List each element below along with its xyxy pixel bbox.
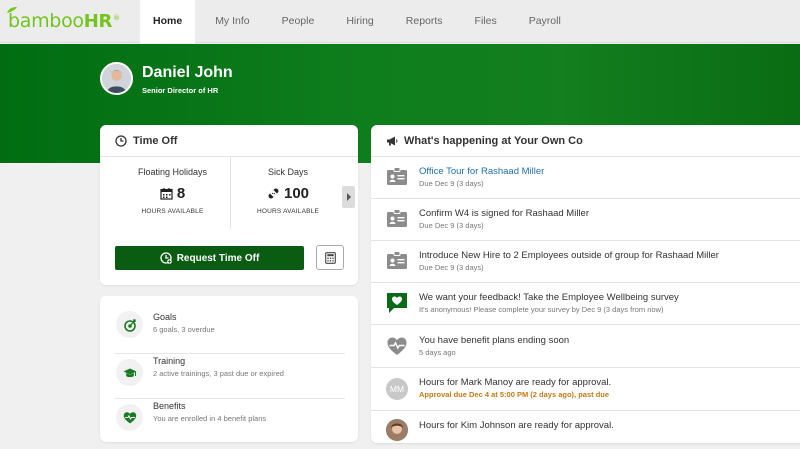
feed-item-title: Confirm W4 is signed for Rashaad Miller [419,208,590,219]
bamboohr-logo[interactable]: bambooHR® [7,7,120,32]
avatar: MM [386,378,408,400]
avatar[interactable] [100,62,133,95]
nav-item-files[interactable]: Files [463,0,509,43]
nav-item-payroll[interactable]: Payroll [517,0,573,43]
clock-icon [115,134,127,147]
feed-item-subtitle: It's anonymous! Please complete your sur… [419,305,664,314]
goals-training-benefits-card: Goals 6 goals, 3 overdue Training 2 acti… [100,296,358,442]
benefits-title: Benefits [153,401,186,411]
feed-item[interactable]: Confirm W4 is signed for Rashaad Miller … [371,199,800,241]
feed-item[interactable]: MM Hours for Mark Manoy are ready for ap… [371,368,800,411]
time-off-card: Time Off Floating Holidays 8 HOURS AVAIL… [100,125,358,285]
heart-pulse-icon [116,404,143,431]
balance-unit: HOURS AVAILABLE [256,208,319,215]
feed-item[interactable]: You have benefit plans ending soon 5 day… [371,325,800,368]
top-navigation: bambooHR® Home My Info People Hiring Rep… [0,0,800,43]
whats-happening-card: What's happening at Your Own Co Office T… [371,125,800,443]
logo-mark: ® [113,14,120,22]
feed-item[interactable]: Office Tour for Rashaad Miller Due Dec 9… [371,157,800,199]
training-subtitle: 2 active trainings, 3 past due or expire… [153,369,284,378]
id-card-icon [386,208,408,230]
training-title: Training [153,356,186,366]
balance-label: Sick Days [267,167,308,177]
calculator-icon [324,251,336,264]
megaphone-icon [387,136,398,145]
nav-items: Home My Info People Hiring Reports Files… [140,0,581,43]
feed-item-subtitle: Due Dec 9 (3 days) [419,221,484,230]
id-card-icon [386,166,408,188]
heart-chat-icon [386,292,408,314]
feed-item-title: Introduce New Hire to 2 Employees outsid… [419,250,719,261]
nav-item-reports[interactable]: Reports [394,0,455,43]
time-off-header: Time Off [100,125,358,157]
feed-item-subtitle: Approval due Dec 4 at 5:00 PM (2 days ag… [419,390,610,399]
person-photo-icon [386,419,408,441]
feed-item[interactable]: Hours for Kim Johnson are ready for appr… [371,411,800,443]
benefits-subtitle: You are enrolled in 4 benefit plans [153,414,267,423]
avatar [386,419,408,441]
training-row[interactable]: Training 2 active trainings, 3 past due … [115,353,345,397]
balance-unit: HOURS AVAILABLE [141,208,204,215]
feed-item-subtitle: Due Dec 9 (3 days) [419,179,484,188]
id-card-icon [386,250,408,272]
balance-label: Floating Holidays [137,167,208,177]
graduation-cap-icon [116,359,143,386]
nav-item-my-info[interactable]: My Info [203,0,261,43]
whats-happening-header: What's happening at Your Own Co [371,125,800,157]
feed-item-title: You have benefit plans ending soon [419,335,570,346]
profile-title: Senior Director of HR [142,86,219,95]
logo-suffix: HR [83,11,113,32]
feed-item-title: Hours for Kim Johnson are ready for appr… [419,420,614,431]
feed-item-title: We want your feedback! Take the Employee… [419,292,679,303]
logo-text: bamboo [8,10,84,32]
avatar-initials: MM [386,378,408,400]
feed-item-subtitle: Due Dec 9 (3 days) [419,263,484,272]
feed-item[interactable]: We want your feedback! Take the Employee… [371,283,800,325]
calendar-icon [160,188,173,200]
next-balance-button[interactable] [342,186,355,208]
goals-row[interactable]: Goals 6 goals, 3 overdue [115,308,345,352]
profile-name: Daniel John [142,64,233,81]
goals-title: Goals [153,312,177,322]
nav-item-hiring[interactable]: Hiring [334,0,385,43]
benefits-row[interactable]: Benefits You are enrolled in 4 benefit p… [115,398,345,442]
person-photo-icon [102,64,131,93]
heart-pulse-icon [386,335,408,357]
chevron-right-icon [346,193,351,201]
bandage-icon [268,188,279,199]
balance-value: 100 [231,185,345,202]
whats-happening-title: What's happening at Your Own Co [404,134,583,147]
floating-holidays-balance[interactable]: Floating Holidays 8 HOURS AVAILABLE [115,157,230,229]
request-time-off-button[interactable]: Request Time Off [115,246,304,270]
goals-subtitle: 6 goals, 3 overdue [153,325,215,334]
feed-item-title: Hours for Mark Manoy are ready for appro… [419,377,612,388]
time-off-title: Time Off [133,134,178,147]
nav-item-people[interactable]: People [270,0,327,43]
calculator-button[interactable] [316,245,344,270]
balance-value: 8 [115,185,230,202]
feed-item-title[interactable]: Office Tour for Rashaad Miller [419,166,544,177]
feed-item[interactable]: Introduce New Hire to 2 Employees outsid… [371,241,800,283]
nav-item-home[interactable]: Home [140,0,196,43]
sick-days-balance[interactable]: Sick Days 100 HOURS AVAILABLE [230,157,345,229]
clock-plus-icon [160,252,172,264]
leaf-icon [7,7,17,13]
goal-icon [116,311,143,338]
feed-item-subtitle: 5 days ago [419,348,456,357]
